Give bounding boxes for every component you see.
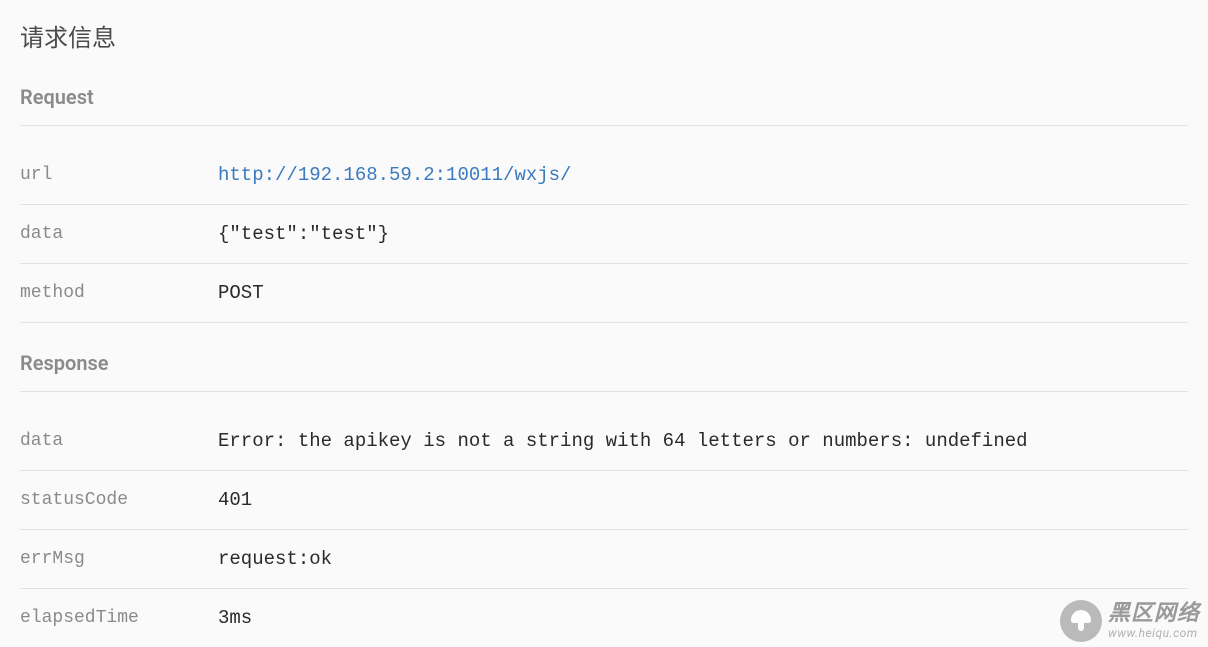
page-title: 请求信息 <box>20 18 1188 53</box>
response-elapsedtime-row: elapsedTime 3ms <box>20 589 1188 647</box>
request-method-key: method <box>20 283 218 303</box>
watermark: 黑区网络 www.heiqu.com <box>1060 600 1200 642</box>
request-data-row: data {"test":"test"} <box>20 205 1188 264</box>
response-errmsg-value: request:ok <box>218 548 332 570</box>
response-statuscode-row: statusCode 401 <box>20 471 1188 530</box>
request-section-header: Request <box>20 85 1188 126</box>
request-url-key: url <box>20 165 218 185</box>
response-data-value: Error: the apikey is not a string with 6… <box>218 430 1028 452</box>
response-elapsedtime-key: elapsedTime <box>20 608 218 628</box>
response-errmsg-row: errMsg request:ok <box>20 530 1188 589</box>
response-data-key: data <box>20 431 218 451</box>
watermark-main-text: 黑区网络 <box>1108 602 1200 626</box>
mushroom-icon <box>1060 600 1102 642</box>
request-data-value: {"test":"test"} <box>218 223 389 245</box>
response-data-row: data Error: the apikey is not a string w… <box>20 412 1188 471</box>
response-errmsg-key: errMsg <box>20 549 218 569</box>
request-url-row: url http://192.168.59.2:10011/wxjs/ <box>20 146 1188 205</box>
response-statuscode-key: statusCode <box>20 490 218 510</box>
response-section-header: Response <box>20 351 1188 392</box>
request-method-row: method POST <box>20 264 1188 323</box>
request-data-key: data <box>20 224 218 244</box>
request-method-value: POST <box>218 282 264 304</box>
response-statuscode-value: 401 <box>218 489 252 511</box>
request-url-value[interactable]: http://192.168.59.2:10011/wxjs/ <box>218 164 571 186</box>
watermark-sub-text: www.heiqu.com <box>1108 627 1200 640</box>
response-elapsedtime-value: 3ms <box>218 607 252 629</box>
